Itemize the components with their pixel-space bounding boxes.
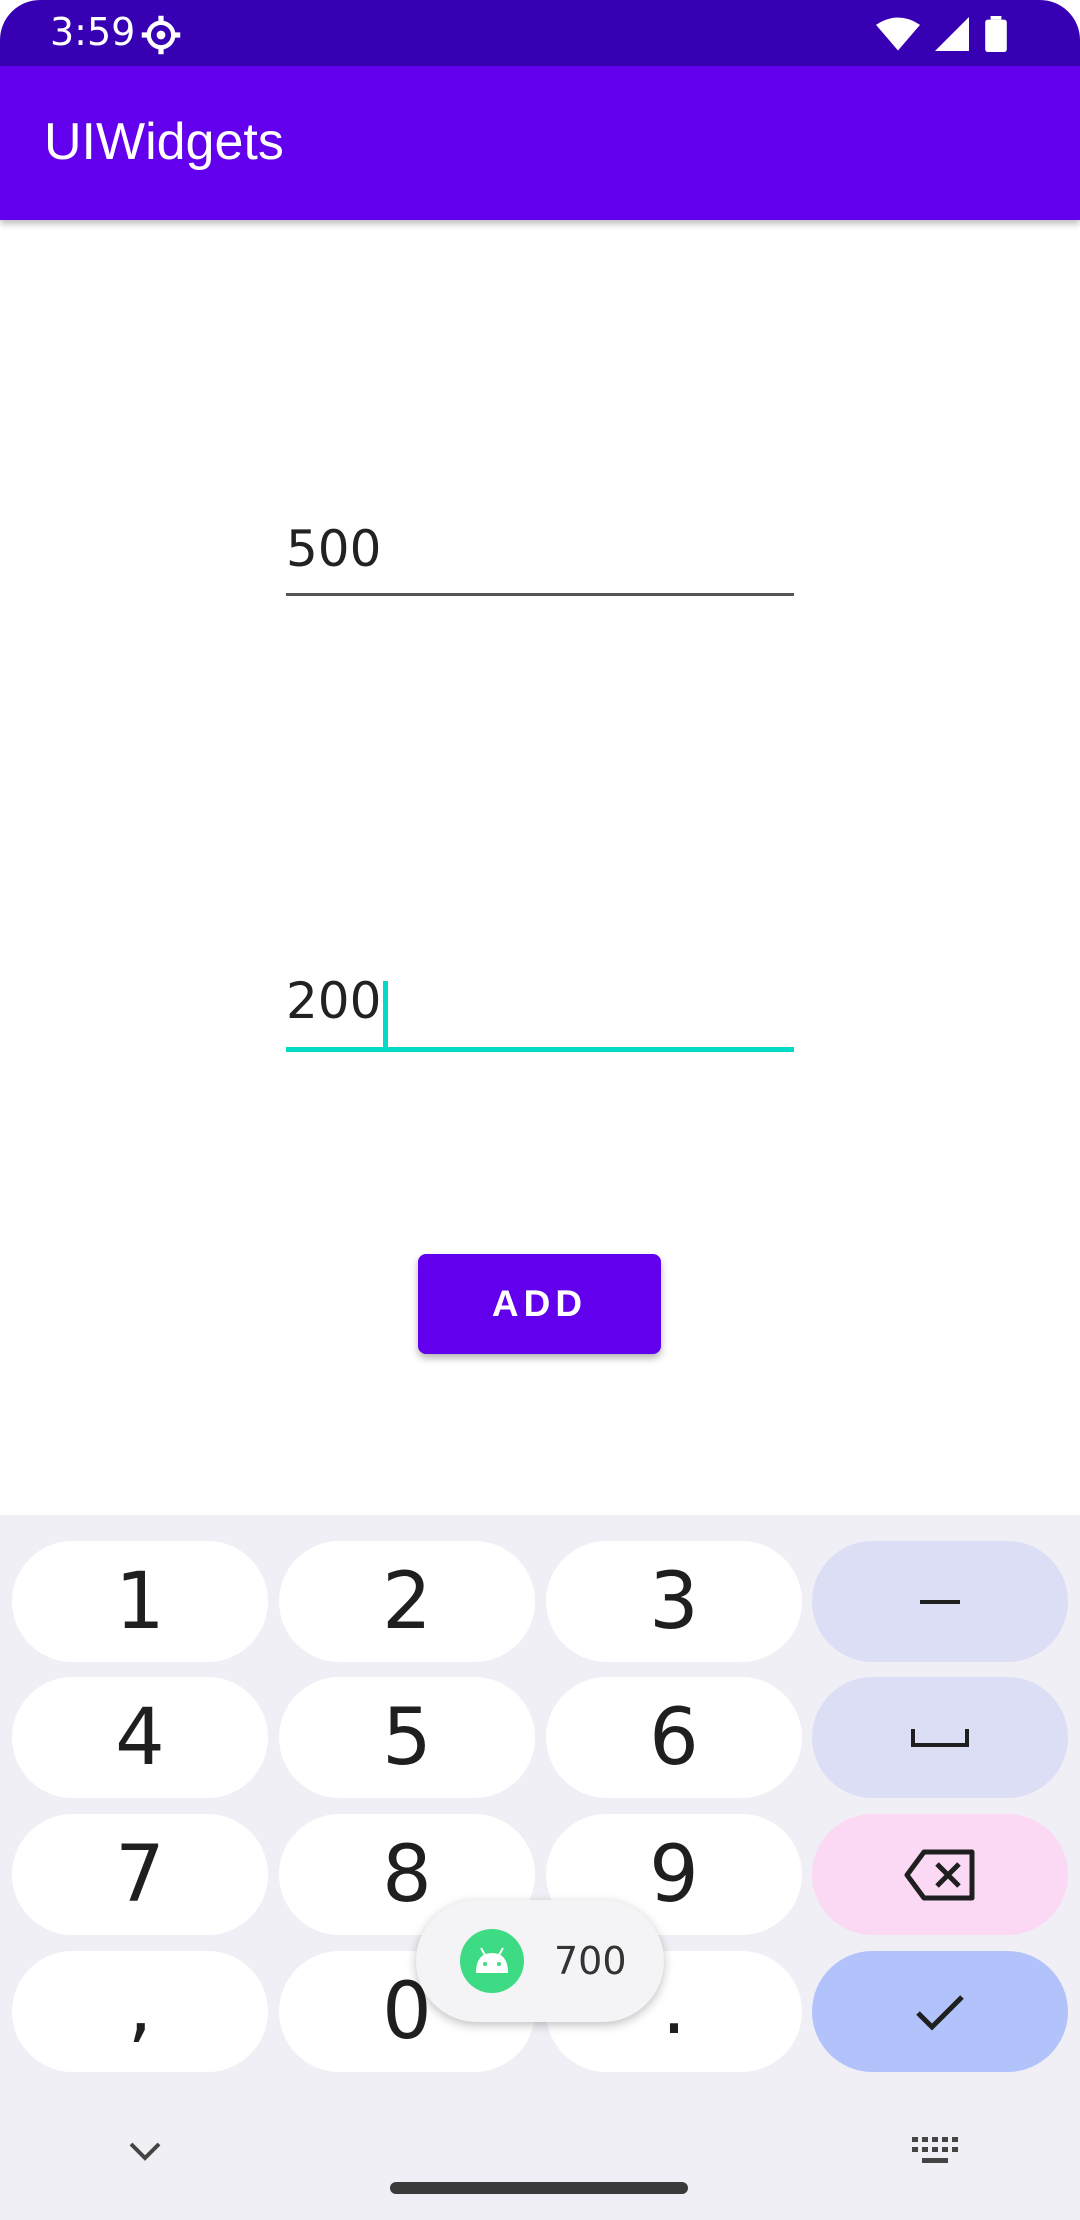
key-4[interactable]: 4: [12, 1677, 268, 1798]
status-bar: 3:59: [0, 0, 1080, 66]
key-7[interactable]: 7: [12, 1814, 268, 1935]
key-space[interactable]: [812, 1677, 1068, 1798]
space-icon: [911, 1728, 969, 1747]
text-cursor: [383, 980, 389, 1047]
key-1[interactable]: 1: [12, 1541, 268, 1662]
second-number-value: 200: [286, 972, 382, 1030]
keyboard-switch-icon[interactable]: [912, 2137, 958, 2165]
second-number-field[interactable]: 200: [286, 972, 794, 1052]
key-5[interactable]: 5: [279, 1677, 535, 1798]
home-gesture-bar[interactable]: [390, 2182, 688, 2194]
app-title: UIWidgets: [44, 113, 284, 171]
add-button[interactable]: ADD: [418, 1254, 661, 1354]
checkmark-icon: [916, 1994, 964, 2031]
hide-keyboard-chevron-icon[interactable]: [128, 2140, 162, 2162]
key-6[interactable]: 6: [546, 1677, 802, 1798]
app-bar: UIWidgets: [0, 66, 1080, 220]
settings-gear-icon: [141, 15, 181, 55]
toast: 700: [416, 1900, 664, 2022]
wifi-icon: [876, 17, 920, 51]
key-2[interactable]: 2: [279, 1541, 535, 1662]
numeric-keyboard: 1 2 3 4 5 6 7 8 9 , 0 .: [0, 1515, 1080, 2220]
first-number-value: 500: [286, 520, 382, 578]
toast-text: 700: [554, 1939, 627, 1983]
backspace-icon: [904, 1849, 975, 1900]
status-time: 3:59: [50, 10, 136, 54]
battery-icon: [985, 16, 1007, 52]
key-3[interactable]: 3: [546, 1541, 802, 1662]
key-backspace[interactable]: [812, 1814, 1068, 1935]
minus-icon: [920, 1599, 960, 1604]
key-minus[interactable]: [812, 1541, 1068, 1662]
key-done[interactable]: [812, 1951, 1068, 2072]
second-number-underline: [286, 1047, 794, 1052]
first-number-underline: [286, 593, 794, 596]
first-number-field[interactable]: 500: [286, 520, 794, 598]
android-icon: [460, 1929, 524, 1993]
key-comma[interactable]: ,: [12, 1951, 268, 2072]
signal-icon: [935, 17, 969, 51]
